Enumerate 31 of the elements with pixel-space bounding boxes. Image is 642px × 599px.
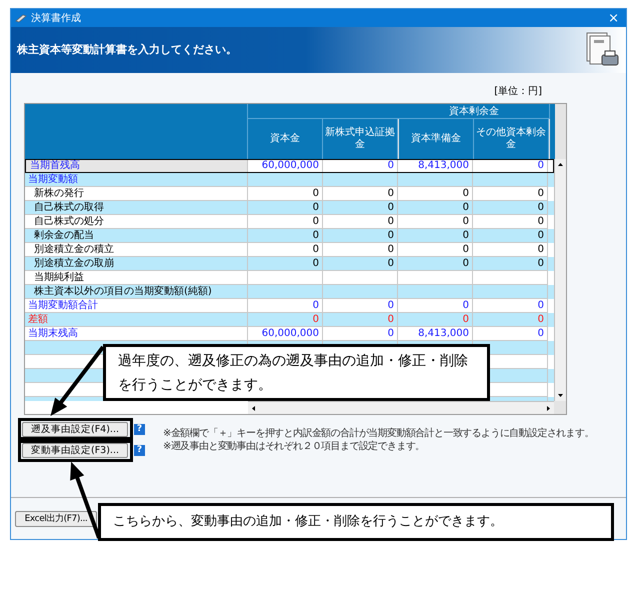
table-row[interactable]: 当期首残高 60,000,000 0 8,413,000 0	[25, 159, 554, 173]
table-row[interactable]: 当期純利益	[25, 271, 554, 285]
callout-text: こちらから、変動事由の追加・修正・削除を行うことができます。	[113, 513, 503, 532]
event-settings-button[interactable]: 変動事由設定(F3)...	[22, 443, 128, 458]
group-header: 資本剰余金	[399, 104, 550, 119]
help-icon[interactable]: ?	[134, 445, 145, 456]
column-header: その他資本剰余金	[474, 119, 549, 159]
column-header: 資本準備金	[399, 119, 474, 159]
table-row[interactable]: 新株の発行 0 0 0 0	[25, 187, 554, 201]
table-row[interactable]: 当期末残高 60,000,000 0 8,413,000 0	[25, 327, 554, 341]
event-settings-button[interactable]: 遡及事由設定(F4)...	[22, 422, 128, 437]
help-icon[interactable]: ?	[134, 424, 145, 435]
table-row[interactable]: 自己株式の取得 0 0 0 0	[25, 201, 554, 215]
table-row[interactable]: 当期変動額	[25, 173, 554, 187]
unit-label: [単位：円]	[494, 84, 542, 98]
table-row[interactable]: 剰余金の配当 0 0 0 0	[25, 229, 554, 243]
table-row[interactable]: 自己株式の処分 0 0 0 0	[25, 215, 554, 229]
column-header: 資本金	[248, 119, 323, 159]
note-text: ※金額欄で「＋」キーを押すと内訳金額の合計が当期変動額合計と一致するように自動設定されます。	[163, 427, 594, 440]
excel-export-button[interactable]: Excel出力(F7)...	[15, 511, 97, 527]
table-row[interactable]: 別途積立金の積立 0 0 0 0	[25, 243, 554, 257]
instruction-text: 株主資本等変動計算書を入力してください。	[17, 42, 237, 58]
table-row[interactable]: 当期変動額合計 0 0 0 0	[25, 299, 554, 313]
note-text: ※遡及事由と変動事由はそれぞれ２０項目まで設定できます。	[163, 440, 426, 453]
table-row[interactable]: 別途積立金の取崩 0 0 0 0	[25, 257, 554, 271]
table-row[interactable]: 株主資本以外の項目の当期変動額(純額)	[25, 285, 554, 299]
window-title: 決算書作成	[31, 12, 81, 26]
column-header: 新株式申込証拠金	[323, 119, 398, 159]
row-label: 当期首残高	[25, 159, 248, 173]
close-button[interactable]: ×	[605, 12, 622, 24]
callout-text: 過年度の、遡及修正の為の遡及事由の追加・修正・削除を行うことができます。	[118, 352, 469, 394]
